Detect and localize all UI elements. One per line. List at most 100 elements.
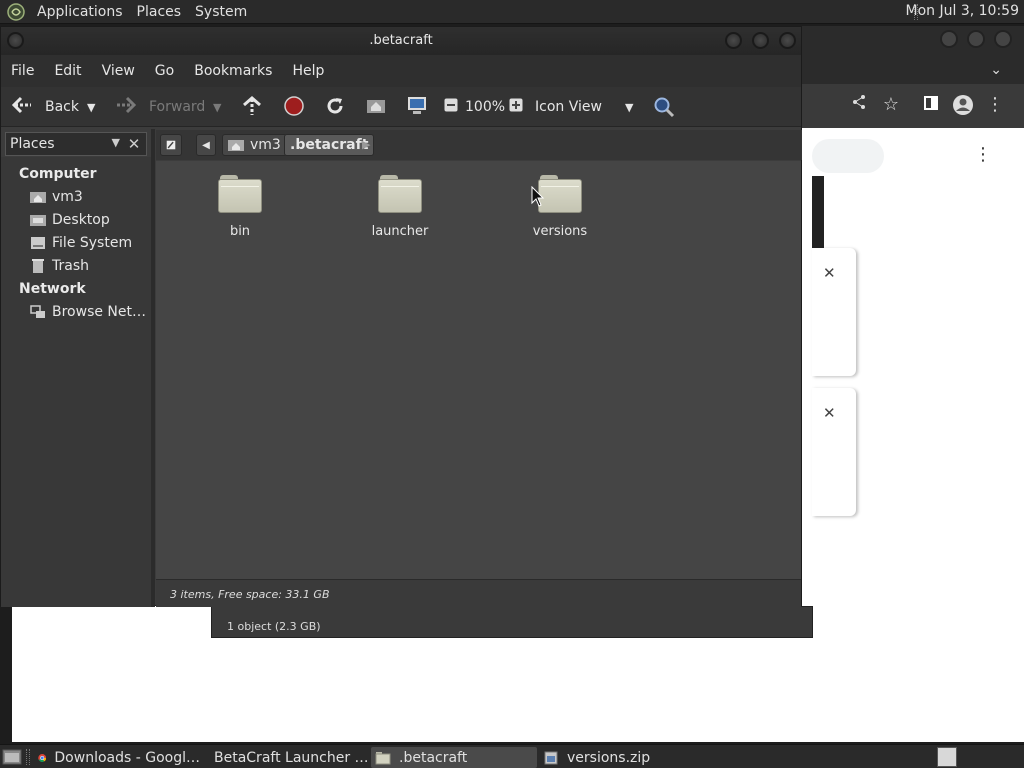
desktop-icon [30,215,46,226]
menu-go[interactable]: Go [145,63,184,79]
network-icon [30,305,45,318]
forward-button[interactable]: Forward [115,87,205,127]
icon-view[interactable]: bin launcher versions [156,161,801,579]
remove-download-icon[interactable]: ✕ [823,264,836,282]
file-name: bin [229,224,251,239]
trash-icon [32,259,44,273]
menubar: File Edit View Go Bookmarks Help [1,55,801,87]
zoom-in-button[interactable] [505,87,527,127]
back-button[interactable]: Back [11,87,79,127]
sidebar-item-label: File System [52,235,133,251]
trash-applet-icon[interactable] [937,747,957,767]
distro-logo-icon[interactable] [6,2,26,22]
zoom-out-button[interactable] [440,87,462,127]
task-betacraft-launcher[interactable]: BetaCraft Launcher … [202,747,368,768]
forward-arrow-icon [115,96,137,118]
archive-icon [544,751,558,764]
path-scroll-right-icon[interactable]: ▶ [362,138,370,151]
sidebar-item-filesystem[interactable]: File System [30,235,132,251]
close-side-pane-icon[interactable]: ✕ [124,134,144,154]
back-history-dropdown-icon[interactable]: ▼ [87,87,95,127]
file-name: launcher [371,224,429,239]
file-item-launcher[interactable]: launcher [345,175,455,239]
tab-search-chevron-icon[interactable]: ⌄ [990,62,1002,78]
search-button[interactable] [653,87,675,127]
sidebar-item-trash[interactable]: Trash [30,258,89,274]
task-chrome-downloads[interactable]: Downloads - Googl… [34,747,200,768]
mouse-pointer-icon [531,186,545,207]
up-button[interactable] [241,87,263,127]
file-item-bin[interactable]: bin [185,175,295,239]
stop-button[interactable] [283,87,305,127]
sidebar-section-network: Network [19,281,86,297]
view-mode-select[interactable]: Icon View [535,87,602,127]
home-button[interactable] [365,87,387,127]
home-folder-icon [30,192,46,203]
chrome-icon [38,753,47,762]
task-betacraft-folder[interactable]: .betacraft [371,747,537,768]
home-folder-icon [365,96,387,118]
clock[interactable]: Mon Jul 3, 10:59 [906,3,1019,19]
maximize-button[interactable] [752,32,769,49]
minimize-button[interactable] [940,30,958,48]
close-button[interactable] [994,30,1012,48]
toggle-location-entry-button[interactable] [160,134,182,156]
menu-help[interactable]: Help [282,63,334,79]
path-button-betacraft[interactable]: .betacraft [284,134,375,156]
browser-menu-icon[interactable]: ⋮ [984,94,1006,116]
close-button[interactable] [779,32,796,49]
task-label: Downloads - Googl… [54,749,200,766]
remove-download-icon[interactable]: ✕ [823,404,836,422]
forward-history-dropdown-icon[interactable]: ▼ [213,87,221,127]
share-icon[interactable] [848,94,870,116]
task-versions-zip[interactable]: versions.zip [539,747,705,768]
path-button-vm3[interactable]: vm3 [222,134,287,156]
folder-icon [375,751,391,764]
bottom-panel: Downloads - Googl… BetaCraft Launcher … … [0,744,1024,768]
top-panel: Applications Places System Mon Jul 3, 10… [0,0,1024,24]
stop-icon [283,96,305,118]
sidebar-item-label: Trash [52,258,89,274]
sidebar-item-vm3[interactable]: vm3 [30,189,83,205]
status-text: 3 items, Free space: 33.1 GB [170,588,330,601]
maximize-button[interactable] [967,30,985,48]
task-label: versions.zip [567,749,651,766]
side-panel-icon[interactable] [920,94,942,116]
system-menu[interactable]: System [188,4,254,20]
places-menu[interactable]: Places [130,4,189,20]
zoom-out-icon [440,96,462,118]
window-title: .betacraft [369,33,433,48]
file-item-versions[interactable]: versions [505,175,615,239]
menu-file[interactable]: File [1,63,44,79]
menu-view[interactable]: View [92,63,145,79]
view-mode-dropdown-icon[interactable]: ▼ [625,87,633,127]
task-label: .betacraft [399,749,468,766]
download-card[interactable]: ✕ [812,388,856,516]
folder-icon [378,175,422,213]
downloads-more-icon[interactable]: ⋮ [974,144,992,165]
profile-avatar-icon[interactable] [952,94,974,116]
sidebar-item-browse-network[interactable]: Browse Net… [30,304,146,320]
sidebar-item-desktop[interactable]: Desktop [30,212,110,228]
up-arrow-icon [241,96,263,118]
menu-bookmarks[interactable]: Bookmarks [184,63,282,79]
side-pane-dropdown-icon[interactable]: ▼ [112,136,120,149]
reload-button[interactable] [324,87,346,127]
search-pill[interactable] [812,139,884,173]
file-name: versions [532,224,588,239]
show-desktop-icon[interactable] [2,748,22,766]
minimize-button[interactable] [725,32,742,49]
archive-window-status: 1 object (2.3 GB) [211,606,813,638]
path-scroll-left-button[interactable]: ◀ [196,134,216,156]
window-titlebar[interactable]: .betacraft [1,27,801,55]
pane-divider[interactable] [151,129,155,607]
filesystem-icon [31,237,45,249]
folder-icon [218,175,262,213]
menu-edit[interactable]: Edit [44,63,91,79]
reload-icon [324,96,346,118]
applications-menu[interactable]: Applications [30,4,130,20]
bookmark-star-icon[interactable]: ☆ [880,94,902,116]
download-card[interactable]: ✕ [812,248,856,376]
computer-button[interactable] [406,87,428,127]
zoom-level[interactable]: 100% [465,87,505,127]
